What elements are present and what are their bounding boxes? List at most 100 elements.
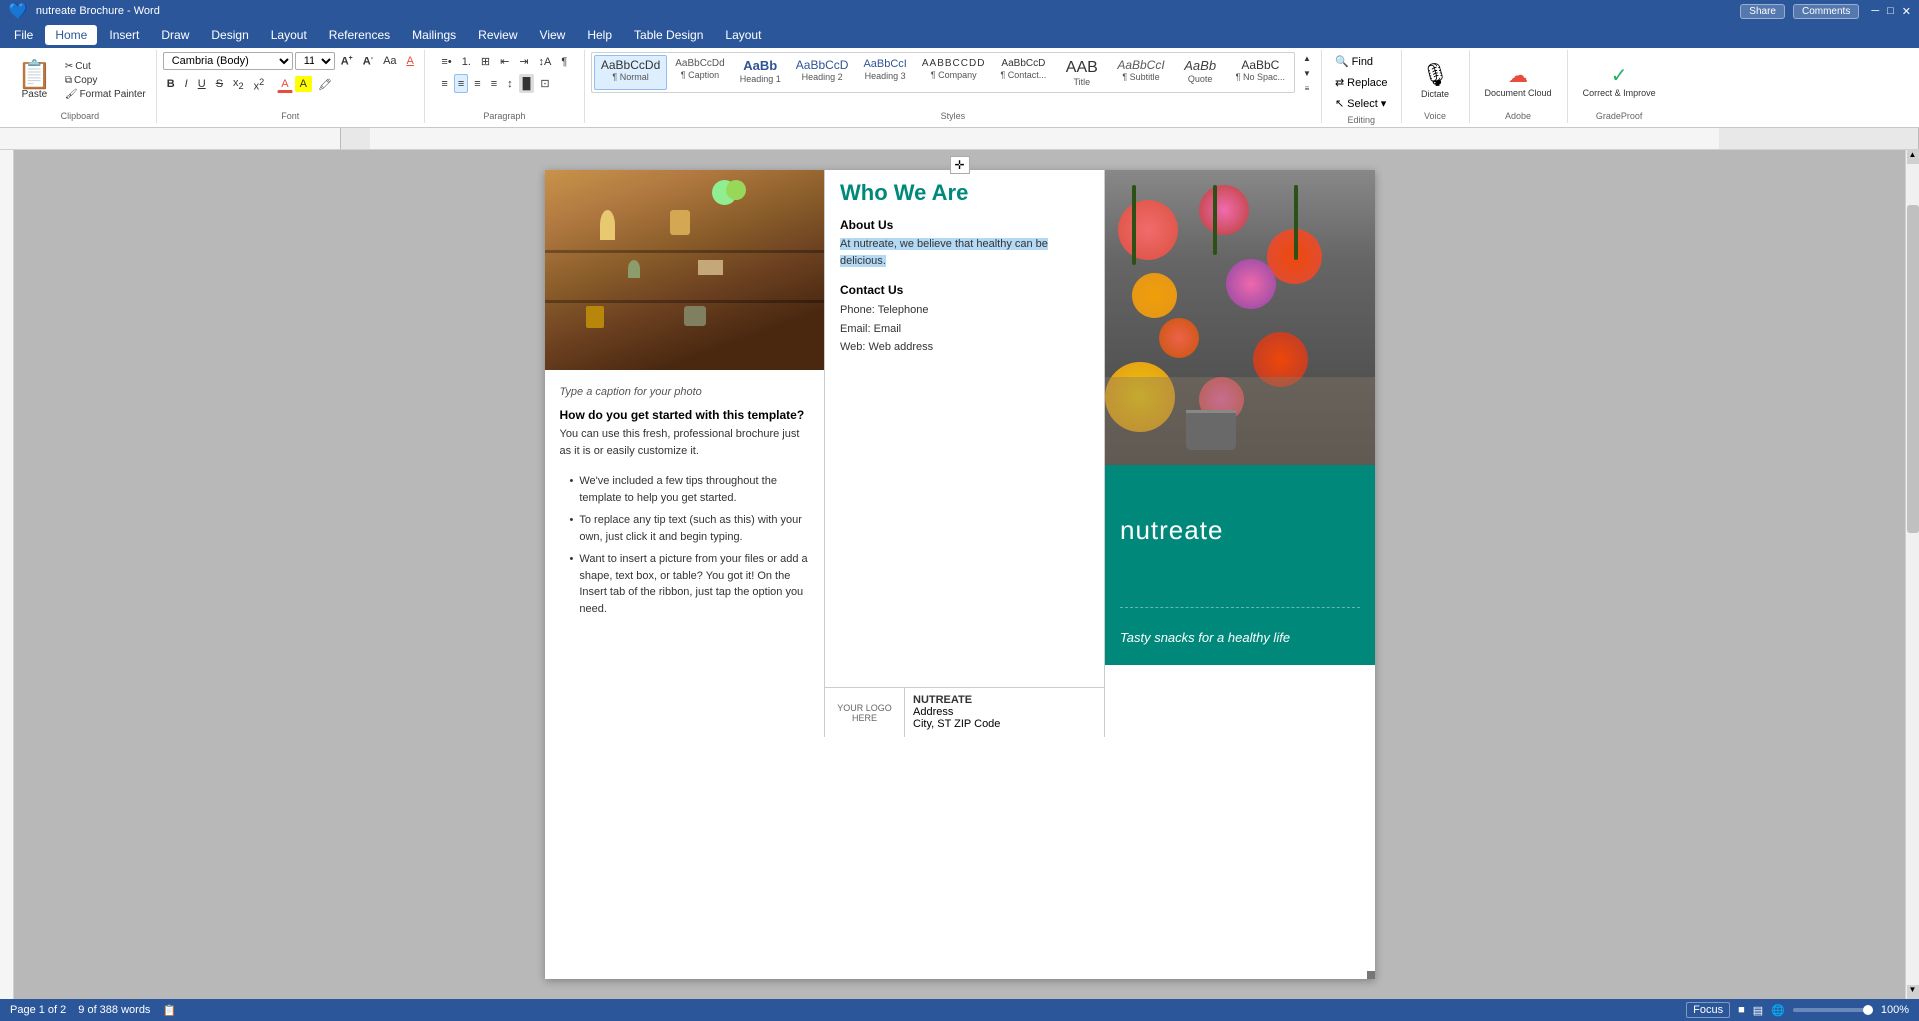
brand-name: nutreate (1120, 515, 1360, 546)
zoom-thumb[interactable] (1863, 1005, 1873, 1015)
style-title[interactable]: AAB Title (1054, 55, 1109, 90)
style-heading1[interactable]: AaBb Heading 1 (733, 55, 788, 90)
menu-file[interactable]: File (4, 25, 43, 45)
style-normal[interactable]: AaBbCcDd ¶ Normal (594, 55, 667, 90)
justify-button[interactable]: ≡ (487, 74, 501, 93)
menu-references[interactable]: References (319, 25, 400, 45)
style-quote[interactable]: AaBb Quote (1173, 55, 1228, 90)
paste-button[interactable]: 📋 Paste (10, 58, 59, 103)
style-contact[interactable]: AaBbCcD ¶ Contact... (993, 55, 1053, 90)
resize-handle[interactable] (1367, 971, 1375, 979)
replace-button[interactable]: ⇄ Replace (1328, 73, 1395, 92)
close-button[interactable]: ✕ (1902, 5, 1911, 18)
styles-scroll-down[interactable]: ▼ (1299, 67, 1315, 80)
document-cloud-button[interactable]: ☁ Document Cloud (1476, 61, 1561, 101)
middle-column[interactable]: Who We Are About Us At nutreate, we beli… (825, 170, 1105, 737)
zoom-slider[interactable] (1793, 1008, 1873, 1012)
correct-improve-button[interactable]: ✓ Correct & Improve (1574, 61, 1665, 101)
numbering-button[interactable]: 1. (458, 52, 475, 71)
table-move-handle[interactable]: ✛ (949, 156, 969, 174)
focus-button[interactable]: Focus (1686, 1002, 1730, 1018)
menu-layout2[interactable]: Layout (715, 25, 771, 45)
font-size-select[interactable]: 11 (295, 52, 335, 70)
menu-view[interactable]: View (530, 25, 576, 45)
menu-layout[interactable]: Layout (261, 25, 317, 45)
styles-scroll-controls: ▲ ▼ ≡ (1297, 52, 1315, 95)
line-spacing-button[interactable]: ↕ (503, 74, 517, 93)
align-center-button[interactable]: ≡ (454, 74, 468, 93)
style-subtitle-name: ¶ Subtitle (1122, 72, 1159, 82)
change-case-button[interactable]: Aa (379, 52, 400, 70)
document-container[interactable]: ✛ (14, 150, 1905, 999)
strikethrough-button[interactable]: S (212, 75, 227, 93)
clear-format-button[interactable]: A (403, 52, 418, 70)
copy-button[interactable]: ⧉ Copy (61, 74, 150, 87)
align-left-button[interactable]: ≡ (437, 74, 451, 93)
increase-indent-button[interactable]: ⇥ (515, 52, 532, 71)
show-marks-button[interactable]: ¶ (557, 52, 571, 71)
menu-mailings[interactable]: Mailings (402, 25, 466, 45)
style-caption[interactable]: AaBbCcDd ¶ Caption (668, 55, 731, 90)
borders-button[interactable]: ⊡ (536, 74, 553, 93)
style-company[interactable]: AABBCCDD ¶ Company (915, 55, 993, 90)
italic-button[interactable]: I (181, 75, 192, 93)
menu-home[interactable]: Home (45, 25, 97, 45)
bullets-button[interactable]: ≡• (437, 52, 455, 71)
styles-scroll-up[interactable]: ▲ (1299, 52, 1315, 65)
format-painter-button[interactable]: 🖌 Format Painter (61, 88, 150, 101)
document-page[interactable]: ✛ (545, 170, 1375, 979)
underline-button[interactable]: U (194, 75, 210, 93)
align-right-button[interactable]: ≡ (470, 74, 484, 93)
style-company-name: ¶ Company (931, 70, 977, 80)
correct-improve-label: Correct & Improve (1583, 88, 1656, 98)
style-nospace[interactable]: AaBbC ¶ No Spac... (1229, 55, 1292, 90)
menu-table-design[interactable]: Table Design (624, 25, 713, 45)
bold-button[interactable]: B (163, 75, 179, 93)
style-heading3-preview: AaBbCcI (863, 58, 906, 71)
scroll-track[interactable] (1907, 164, 1919, 985)
subscript-button[interactable]: x2 (229, 74, 248, 94)
share-button[interactable]: Share (1740, 4, 1785, 19)
shading-button[interactable]: 🖍 (314, 75, 336, 94)
template-question: How do you get started with this templat… (560, 408, 810, 422)
shading-para-button[interactable]: █ (519, 74, 535, 93)
comments-button[interactable]: Comments (1793, 4, 1859, 19)
menu-insert[interactable]: Insert (99, 25, 149, 45)
style-heading2[interactable]: AaBbCcD Heading 2 (789, 55, 856, 90)
maximize-button[interactable]: □ (1887, 5, 1894, 17)
superscript-button[interactable]: x2 (250, 74, 269, 96)
view-normal-button[interactable]: ■ (1738, 1004, 1745, 1016)
app-title: nutreate Brochure - Word (36, 5, 160, 17)
menu-draw[interactable]: Draw (151, 25, 199, 45)
vertical-scrollbar[interactable]: ▲ ▼ (1905, 150, 1919, 999)
bullet-3: • Want to insert a picture from your fil… (560, 551, 810, 617)
font-family-select[interactable]: Cambria (Body) (163, 52, 293, 70)
minimize-button[interactable]: ─ (1871, 5, 1879, 17)
logo-bar: YOUR LOGO HERE NUTREATE Address City, ST… (825, 687, 1104, 737)
style-subtitle[interactable]: AaBbCcI ¶ Subtitle (1110, 55, 1171, 90)
scroll-thumb[interactable] (1907, 205, 1919, 533)
font-color-button[interactable]: A (277, 75, 292, 93)
highlight-button[interactable]: A (295, 76, 312, 92)
style-heading3[interactable]: AaBbCcI Heading 3 (856, 55, 913, 90)
sort-button[interactable]: ↕A (535, 52, 556, 71)
left-column[interactable]: Type a caption for your photo How do you… (545, 170, 825, 737)
styles-more[interactable]: ≡ (1299, 82, 1315, 95)
menu-review[interactable]: Review (468, 25, 527, 45)
right-column[interactable]: nutreate Tasty snacks for a healthy life (1105, 170, 1375, 737)
font-size-up-button[interactable]: A+ (337, 52, 357, 71)
ribbon: 📋 Paste ✂ Cut ⧉ Copy 🖌 Format Painter Cl… (0, 48, 1919, 128)
cut-button[interactable]: ✂ Cut (61, 60, 150, 73)
font-size-down-button[interactable]: A- (359, 52, 377, 71)
decrease-indent-button[interactable]: ⇤ (496, 52, 513, 71)
dictate-button[interactable]: 🎙 Dictate (1408, 59, 1463, 101)
menu-design[interactable]: Design (201, 25, 258, 45)
scroll-up-button[interactable]: ▲ (1907, 150, 1919, 164)
scroll-down-button[interactable]: ▼ (1907, 985, 1919, 999)
multilevel-button[interactable]: ⊞ (477, 52, 494, 71)
select-button[interactable]: ↖ Select ▾ (1328, 94, 1393, 113)
view-web-button[interactable]: 🌐 (1771, 1004, 1785, 1017)
find-button[interactable]: 🔍 Find (1328, 52, 1380, 71)
view-print-button[interactable]: ▤ (1753, 1004, 1763, 1017)
menu-help[interactable]: Help (577, 25, 622, 45)
